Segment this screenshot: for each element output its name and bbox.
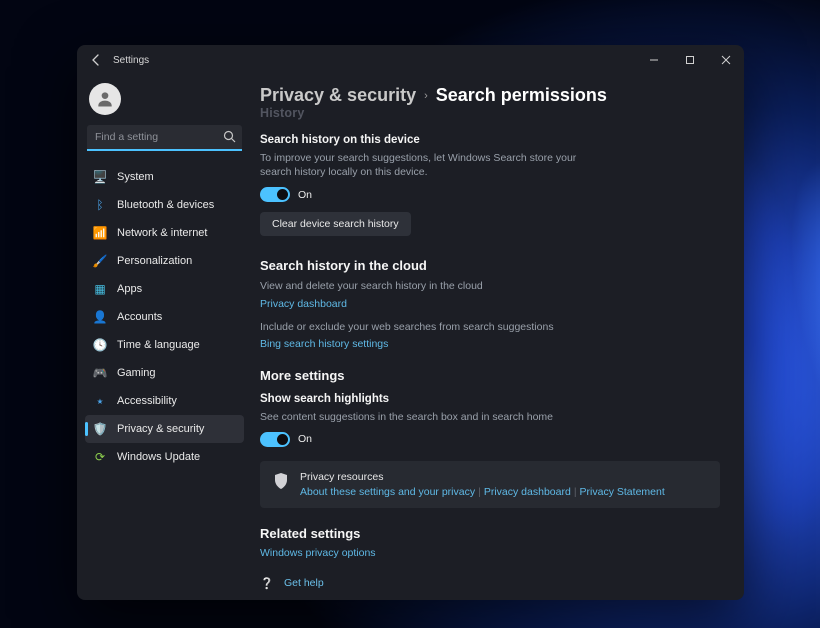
device-history-toggle-label: On bbox=[298, 189, 312, 201]
gaming-icon: 🎮 bbox=[93, 366, 107, 380]
sidebar: 🖥️System ᛒBluetooth & devices 📶Network &… bbox=[77, 75, 252, 600]
highlights-title: Show search highlights bbox=[260, 393, 720, 405]
cloud-history-line2: Include or exclude your web searches fro… bbox=[260, 320, 610, 334]
privacy-dashboard-link[interactable]: Privacy dashboard bbox=[260, 298, 347, 310]
privacy-resources-card: Privacy resources About these settings a… bbox=[260, 461, 720, 508]
sidebar-item-update[interactable]: ⟳Windows Update bbox=[85, 443, 244, 471]
close-button[interactable] bbox=[708, 45, 744, 75]
windows-privacy-options-link[interactable]: Windows privacy options bbox=[260, 547, 376, 559]
account-icon: 👤 bbox=[93, 310, 107, 324]
sidebar-item-network[interactable]: 📶Network & internet bbox=[85, 219, 244, 247]
breadcrumb: Privacy & security › Search permissions bbox=[260, 85, 720, 106]
settings-window: Settings 🖥️System ᛒBluetooth & devices bbox=[77, 45, 744, 600]
shield-icon bbox=[274, 473, 288, 492]
brush-icon: 🖌️ bbox=[93, 254, 107, 268]
help-icon: ❔ bbox=[260, 577, 274, 590]
clock-icon: 🕓 bbox=[93, 338, 107, 352]
back-button[interactable] bbox=[87, 54, 105, 66]
breadcrumb-current: Search permissions bbox=[436, 85, 607, 106]
sidebar-item-bluetooth[interactable]: ᛒBluetooth & devices bbox=[85, 191, 244, 219]
breadcrumb-parent[interactable]: Privacy & security bbox=[260, 85, 416, 106]
highlights-toggle-label: On bbox=[298, 433, 312, 445]
about-privacy-link[interactable]: About these settings and your privacy bbox=[300, 486, 475, 498]
device-history-title: Search history on this device bbox=[260, 134, 720, 146]
update-icon: ⟳ bbox=[93, 450, 107, 464]
device-history-toggle[interactable] bbox=[260, 187, 290, 202]
related-settings-heading: Related settings bbox=[260, 526, 720, 541]
highlights-toggle[interactable] bbox=[260, 432, 290, 447]
history-heading-cutoff: History bbox=[260, 106, 720, 120]
bing-history-link[interactable]: Bing search history settings bbox=[260, 338, 388, 350]
apps-icon: ▦ bbox=[93, 282, 107, 296]
clear-history-button[interactable]: Clear device search history bbox=[260, 212, 411, 236]
sidebar-item-time[interactable]: 🕓Time & language bbox=[85, 331, 244, 359]
chevron-right-icon: › bbox=[424, 90, 428, 102]
maximize-button[interactable] bbox=[672, 45, 708, 75]
search-icon bbox=[223, 130, 236, 146]
titlebar: Settings bbox=[77, 45, 744, 75]
card-title: Privacy resources bbox=[300, 471, 665, 483]
sidebar-item-gaming[interactable]: 🎮Gaming bbox=[85, 359, 244, 387]
privacy-statement-link[interactable]: Privacy Statement bbox=[580, 486, 665, 498]
sidebar-item-apps[interactable]: ▦Apps bbox=[85, 275, 244, 303]
cloud-history-line1: View and delete your search history in t… bbox=[260, 279, 610, 293]
cloud-history-title: Search history in the cloud bbox=[260, 258, 720, 273]
highlights-desc: See content suggestions in the search bo… bbox=[260, 410, 610, 424]
get-help-link[interactable]: ❔ Get help bbox=[260, 577, 720, 590]
sidebar-item-accounts[interactable]: 👤Accounts bbox=[85, 303, 244, 331]
app-title: Settings bbox=[113, 55, 149, 66]
sidebar-item-privacy[interactable]: 🛡️Privacy & security bbox=[85, 415, 244, 443]
system-icon: 🖥️ bbox=[93, 170, 107, 184]
wifi-icon: 📶 bbox=[93, 226, 107, 240]
device-history-desc: To improve your search suggestions, let … bbox=[260, 151, 610, 179]
sidebar-item-system[interactable]: 🖥️System bbox=[85, 163, 244, 191]
shield-icon: 🛡️ bbox=[93, 422, 107, 436]
search-input[interactable] bbox=[87, 125, 242, 151]
sidebar-item-accessibility[interactable]: ⭑Accessibility bbox=[85, 387, 244, 415]
sidebar-item-personalization[interactable]: 🖌️Personalization bbox=[85, 247, 244, 275]
privacy-dashboard-link-2[interactable]: Privacy dashboard bbox=[484, 486, 571, 498]
accessibility-icon: ⭑ bbox=[93, 394, 107, 409]
more-settings-heading: More settings bbox=[260, 368, 720, 383]
minimize-button[interactable] bbox=[636, 45, 672, 75]
content-pane[interactable]: Privacy & security › Search permissions … bbox=[252, 75, 744, 600]
bluetooth-icon: ᛒ bbox=[93, 198, 107, 212]
user-avatar[interactable] bbox=[89, 83, 121, 115]
